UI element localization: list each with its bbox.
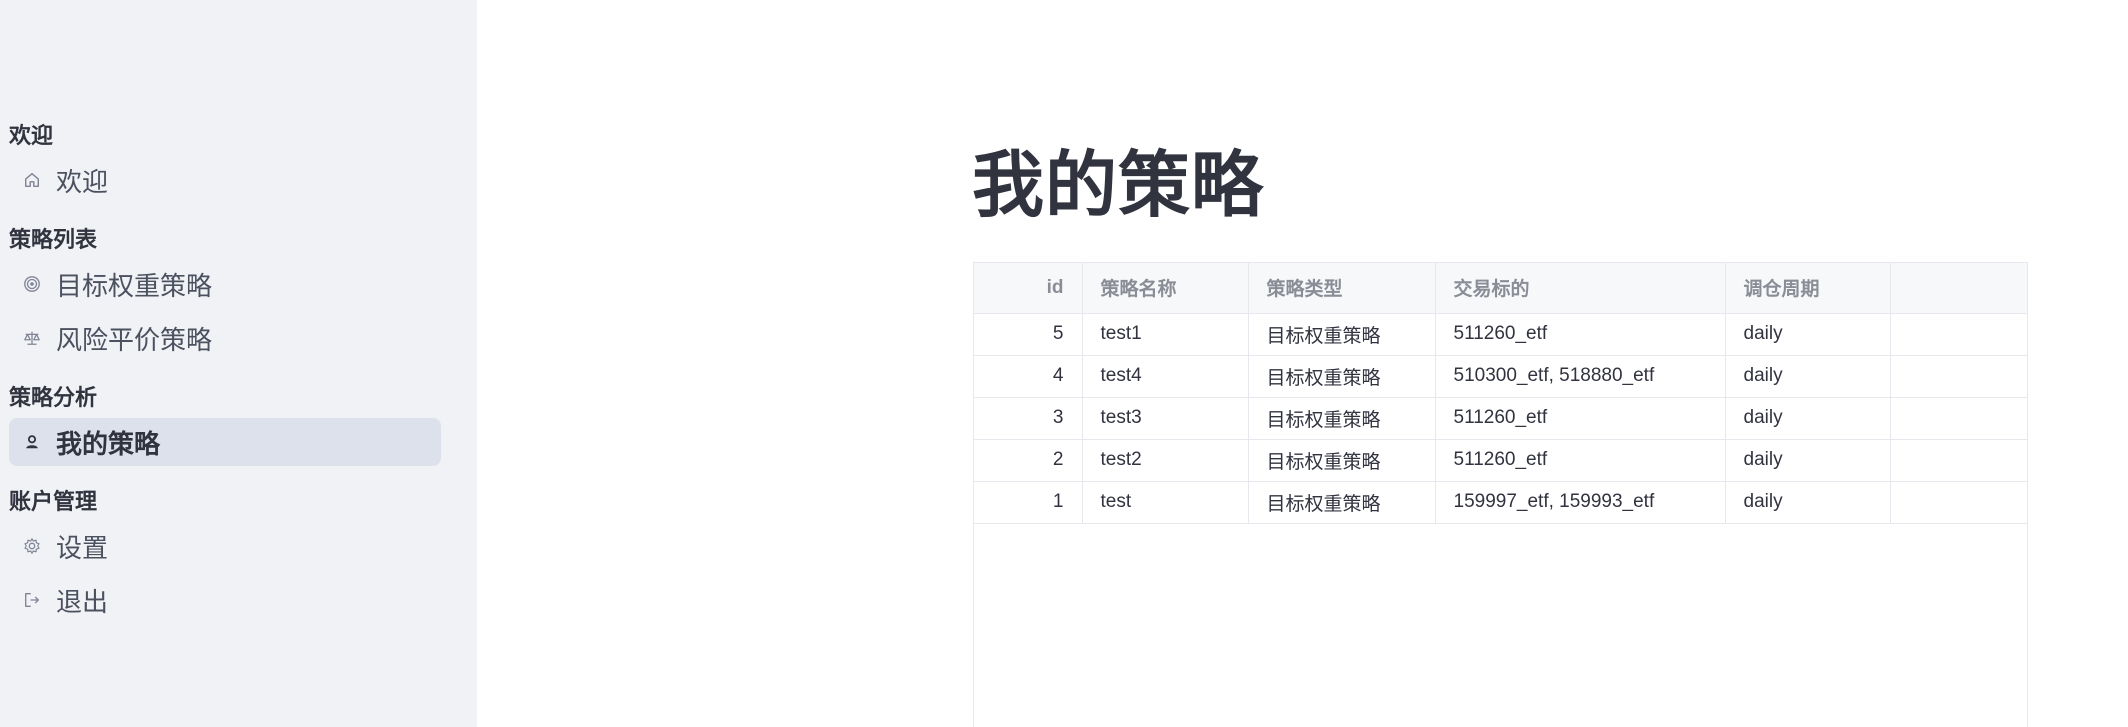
section-title-welcome: 欢迎 bbox=[9, 123, 54, 148]
column-header-name[interactable]: 策略名称 bbox=[1082, 263, 1249, 314]
cell-id: 1 bbox=[974, 481, 1083, 524]
cell-empty bbox=[1890, 439, 2027, 482]
column-header-id[interactable]: id bbox=[974, 263, 1083, 314]
cell-assets: 511260_etf bbox=[1435, 313, 1726, 356]
sidebar-item-my-strategies[interactable]: 我的策略 bbox=[9, 418, 441, 466]
sidebar-item-welcome[interactable]: 欢迎 bbox=[9, 156, 441, 204]
section-title-strategy-list: 策略列表 bbox=[9, 227, 98, 252]
gear-icon bbox=[21, 535, 43, 557]
cell-empty bbox=[1890, 355, 2027, 398]
cell-name: test4 bbox=[1082, 355, 1249, 398]
table-row[interactable]: 1 test 目标权重策略 159997_etf, 159993_etf dai… bbox=[974, 481, 2027, 524]
column-header-assets[interactable]: 交易标的 bbox=[1435, 263, 1726, 314]
cell-assets: 511260_etf bbox=[1435, 397, 1726, 440]
sidebar-item-logout[interactable]: 退出 bbox=[9, 576, 441, 624]
table-row[interactable]: 2 test2 目标权重策略 511260_etf daily bbox=[974, 439, 2027, 482]
sidebar-item-risk-parity[interactable]: 风险平价策略 bbox=[9, 314, 441, 362]
sidebar-item-label: 风险平价策略 bbox=[56, 324, 213, 355]
cell-empty bbox=[1890, 481, 2027, 524]
scale-icon bbox=[21, 327, 43, 349]
cell-type: 目标权重策略 bbox=[1248, 397, 1436, 440]
sidebar-item-label: 退出 bbox=[56, 586, 109, 617]
cell-id: 3 bbox=[974, 397, 1083, 440]
cell-empty bbox=[1890, 397, 2027, 440]
column-header-type[interactable]: 策略类型 bbox=[1248, 263, 1436, 314]
cell-rebalance: daily bbox=[1725, 481, 1891, 524]
sidebar: 欢迎 欢迎 策略列表 目标权重策略 风险平价策略 策略分析 我的策略 账户管理 … bbox=[0, 0, 477, 727]
cell-rebalance: daily bbox=[1725, 313, 1891, 356]
home-icon bbox=[21, 169, 43, 191]
sidebar-item-label: 欢迎 bbox=[56, 166, 109, 197]
sidebar-item-label: 目标权重策略 bbox=[56, 270, 213, 301]
section-title-strategy-analysis: 策略分析 bbox=[9, 385, 98, 410]
cell-id: 5 bbox=[974, 313, 1083, 356]
sidebar-item-target-weight[interactable]: 目标权重策略 bbox=[9, 260, 441, 308]
cell-empty bbox=[1890, 313, 2027, 356]
cell-type: 目标权重策略 bbox=[1248, 481, 1436, 524]
cell-type: 目标权重策略 bbox=[1248, 439, 1436, 482]
table-row[interactable]: 5 test1 目标权重策略 511260_etf daily bbox=[974, 313, 2027, 356]
cell-rebalance: daily bbox=[1725, 397, 1891, 440]
cell-type: 目标权重策略 bbox=[1248, 313, 1436, 356]
cell-assets: 510300_etf, 518880_etf bbox=[1435, 355, 1726, 398]
cell-name: test2 bbox=[1082, 439, 1249, 482]
cell-type: 目标权重策略 bbox=[1248, 355, 1436, 398]
cell-id: 4 bbox=[974, 355, 1083, 398]
sidebar-item-settings[interactable]: 设置 bbox=[9, 522, 441, 570]
section-title-account: 账户管理 bbox=[9, 489, 98, 514]
column-header-empty bbox=[1890, 263, 2027, 314]
table-header-row: id 策略名称 策略类型 交易标的 调仓周期 bbox=[974, 263, 2027, 314]
cell-rebalance: daily bbox=[1725, 439, 1891, 482]
cell-id: 2 bbox=[974, 439, 1083, 482]
page-title: 我的策略 bbox=[972, 146, 1265, 226]
table-row[interactable]: 4 test4 目标权重策略 510300_etf, 518880_etf da… bbox=[974, 355, 2027, 398]
logout-icon bbox=[21, 589, 43, 611]
cell-name: test1 bbox=[1082, 313, 1249, 356]
sidebar-item-label: 设置 bbox=[56, 532, 109, 563]
target-icon bbox=[21, 273, 43, 295]
table-row[interactable]: 3 test3 目标权重策略 511260_etf daily bbox=[974, 397, 2027, 440]
cell-name: test3 bbox=[1082, 397, 1249, 440]
strategy-table[interactable]: id 策略名称 策略类型 交易标的 调仓周期 5 test1 目标权重策略 51… bbox=[973, 262, 2028, 727]
sidebar-item-label: 我的策略 bbox=[56, 428, 161, 459]
column-header-rebalance[interactable]: 调仓周期 bbox=[1725, 263, 1891, 314]
cell-assets: 511260_etf bbox=[1435, 439, 1726, 482]
cell-rebalance: daily bbox=[1725, 355, 1891, 398]
cell-name: test bbox=[1082, 481, 1249, 524]
person-icon bbox=[21, 431, 43, 453]
cell-assets: 159997_etf, 159993_etf bbox=[1435, 481, 1726, 524]
